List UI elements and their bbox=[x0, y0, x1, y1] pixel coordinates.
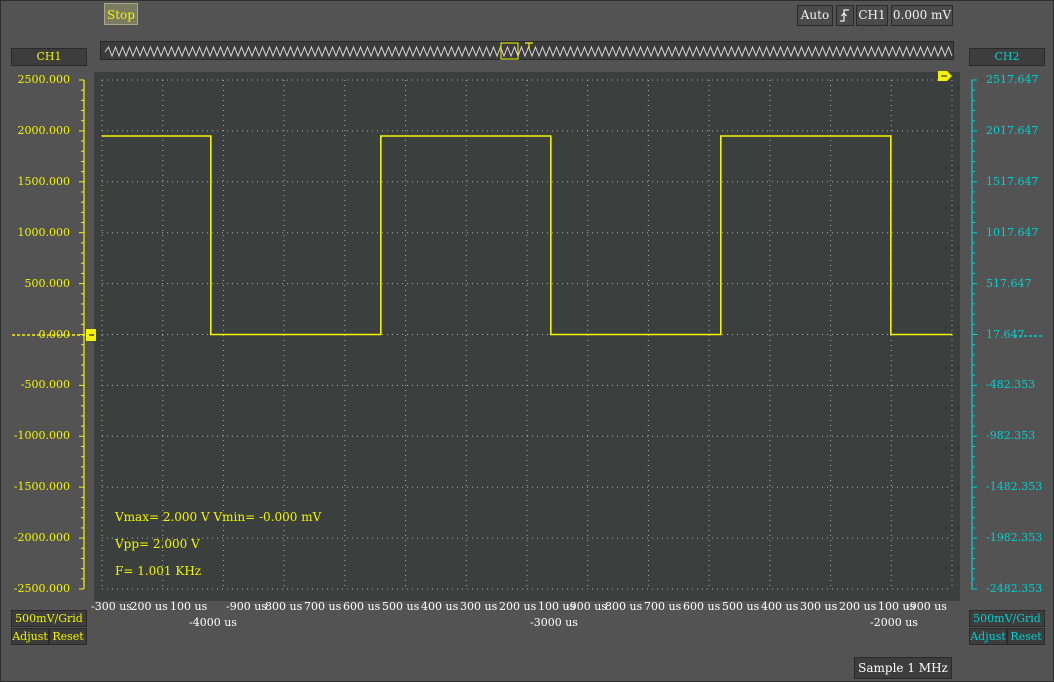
ch1-ground-marker[interactable] bbox=[10, 328, 98, 342]
ch1-trace-point bbox=[380, 333, 382, 336]
scale-label: 500.000 bbox=[24, 276, 71, 290]
ch1-trace-point bbox=[550, 135, 552, 137]
ch2-volts-per-div[interactable]: 500mV/Grid bbox=[969, 610, 1045, 627]
trigger-level-readout[interactable]: 0.000 mV bbox=[891, 5, 953, 26]
vmax-vmin-readout: Vmax= 2.000 V Vmin= -0.000 mV bbox=[115, 510, 322, 524]
time-label: 600 us bbox=[683, 600, 721, 613]
rising-edge-icon[interactable] bbox=[836, 5, 854, 26]
time-label: 600 us bbox=[343, 600, 381, 613]
time-label: -300 us bbox=[91, 600, 132, 613]
time-major-label: -4000 us bbox=[189, 616, 237, 629]
frequency-readout: F= 1.001 KHz bbox=[115, 564, 202, 578]
scale-label: -2000.000 bbox=[13, 531, 70, 545]
scale-label: 2500.000 bbox=[17, 73, 71, 86]
scale-label: -482.353 bbox=[986, 378, 1036, 392]
ch1-trace-point bbox=[951, 333, 953, 336]
ch1-trace-point bbox=[380, 135, 382, 137]
scale-label: 1517.647 bbox=[986, 174, 1039, 188]
waveform-overview-bar[interactable] bbox=[100, 41, 954, 60]
vpp-readout: Vpp= 2.000 V bbox=[115, 537, 200, 551]
scale-label: -1982.353 bbox=[986, 531, 1043, 545]
time-label: 400 us bbox=[421, 600, 459, 613]
scale-label: -500.000 bbox=[20, 378, 70, 392]
scale-label: -1500.000 bbox=[13, 480, 70, 494]
scale-label: 1000.000 bbox=[17, 225, 71, 239]
ch1-header: CH1 bbox=[11, 48, 87, 66]
sample-rate-readout: Sample 1 MHz bbox=[854, 657, 952, 679]
ch2-header: CH2 bbox=[969, 48, 1045, 66]
ch1-trace-point bbox=[210, 135, 212, 137]
ch1-trace-point bbox=[550, 333, 552, 336]
time-label: 300 us bbox=[800, 600, 838, 613]
ch1-trace-point bbox=[210, 333, 212, 336]
scale-label: 517.647 bbox=[986, 276, 1032, 290]
time-label: 800 us bbox=[605, 600, 643, 613]
scale-label: -1000.000 bbox=[13, 429, 70, 443]
ch1-trace-point bbox=[101, 135, 103, 137]
ch2-reset-button[interactable]: Reset bbox=[1007, 628, 1045, 645]
time-label: 100 us bbox=[170, 600, 208, 613]
time-label: -900 us bbox=[566, 600, 607, 613]
time-label: 700 us bbox=[304, 600, 342, 613]
scale-label: 1500.000 bbox=[17, 174, 71, 188]
time-label: 200 us bbox=[499, 600, 537, 613]
time-label: 200 us bbox=[839, 600, 877, 613]
scale-label: -2482.353 bbox=[986, 582, 1043, 595]
plot-area[interactable]: Vmax= 2.000 V Vmin= -0.000 mV Vpp= 2.000… bbox=[94, 72, 960, 601]
scale-label: -2500.000 bbox=[13, 582, 70, 595]
time-label: 500 us bbox=[722, 600, 760, 613]
time-label: 500 us bbox=[382, 600, 420, 613]
ch1-volts-per-div[interactable]: 500mV/Grid bbox=[11, 610, 87, 627]
trigger-level-marker-icon[interactable] bbox=[937, 70, 953, 82]
time-label: 400 us bbox=[761, 600, 799, 613]
scale-label: 2017.647 bbox=[986, 123, 1039, 137]
scale-label: 2000.000 bbox=[17, 123, 71, 137]
ch1-trace-point bbox=[720, 135, 722, 137]
trigger-mode-button[interactable]: Auto bbox=[797, 5, 833, 26]
scale-label: -1482.353 bbox=[986, 480, 1043, 494]
ch2-adjust-button[interactable]: Adjust bbox=[969, 628, 1007, 645]
time-major-label: -3000 us bbox=[530, 616, 578, 629]
scale-label: 1017.647 bbox=[986, 225, 1039, 239]
ch1-adjust-button[interactable]: Adjust bbox=[11, 628, 49, 645]
trigger-position-icon[interactable] bbox=[525, 42, 533, 49]
trigger-channel-button[interactable]: CH1 bbox=[856, 5, 888, 26]
ch1-trace-point bbox=[890, 135, 892, 137]
stop-button[interactable]: Stop bbox=[104, 3, 138, 25]
ch2-ground-marker[interactable] bbox=[956, 328, 1046, 342]
ch1-reset-button[interactable]: Reset bbox=[49, 628, 87, 645]
scale-label: 2517.647 bbox=[986, 73, 1039, 86]
time-label: 700 us bbox=[644, 600, 682, 613]
time-label: -900 us bbox=[226, 600, 267, 613]
time-major-label: -2000 us bbox=[870, 616, 918, 629]
time-label: 200 us bbox=[130, 600, 168, 613]
scale-label: -982.353 bbox=[986, 429, 1036, 443]
time-label: 800 us bbox=[265, 600, 303, 613]
ch1-trace-point bbox=[890, 333, 892, 336]
time-label: 300 us bbox=[460, 600, 498, 613]
ch1-trace-point bbox=[720, 333, 722, 336]
time-label: -900 us bbox=[906, 600, 947, 613]
